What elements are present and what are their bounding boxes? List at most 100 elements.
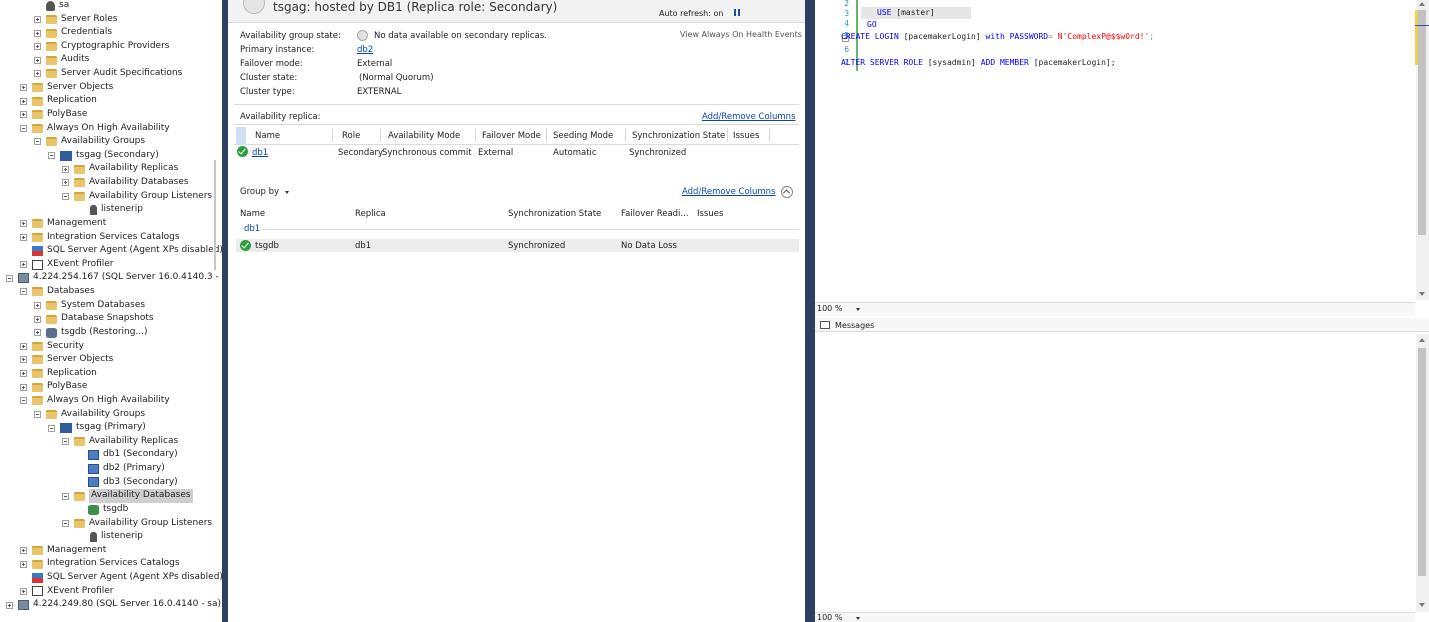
tree-node[interactable]: System Databases [34,299,145,313]
expand-icon[interactable] [20,356,27,364]
replica-col-role[interactable]: Role [342,131,360,141]
scroll-down-icon[interactable] [1419,292,1425,296]
tree-node[interactable]: Replication [20,367,97,381]
messages-zoom-select[interactable]: 100 % [817,613,842,622]
code-area[interactable]: 2 3 4 5 6 7 USE [master] GO CREATE LOGIN… [815,0,1415,300]
db-col-failover-readiness[interactable]: Failover Readi... [621,209,689,219]
tree-node[interactable]: Availability Databases [62,489,193,503]
collapse-icon[interactable] [781,186,793,198]
tree-node[interactable]: db1 (Secondary) [76,448,178,462]
tree-node[interactable]: Availability Groups [34,408,145,422]
expand-icon[interactable] [34,15,41,23]
pause-icon[interactable] [734,9,740,16]
tree-node[interactable]: Cryptographic Providers [34,40,169,54]
messages-scrollbar-thumb[interactable] [1418,348,1426,576]
expand-icon[interactable] [20,233,27,241]
tree-node[interactable]: Integration Services Catalogs [20,231,180,245]
tree-node[interactable]: Credentials [34,26,112,40]
tree-node[interactable]: SQL Server Agent (Agent XPs disabled) [20,244,222,258]
tree-node[interactable]: Availability Databases [62,176,189,190]
collapse-icon[interactable] [62,519,69,527]
tree-node[interactable]: Server Objects [20,81,113,95]
tree-node[interactable]: listenerip [76,530,143,544]
tree-node[interactable]: sa [34,0,69,13]
tree-node[interactable]: Server Objects [20,353,113,367]
tree-node[interactable]: db3 (Secondary) [76,476,178,490]
tree-node[interactable]: Always On High Availability [20,122,170,136]
expand-icon[interactable] [20,587,27,595]
tree-node[interactable]: db2 (Primary) [76,462,165,476]
tree-node[interactable]: Security [20,340,84,354]
expand-icon[interactable] [62,165,69,173]
db-col-issues[interactable]: Issues [697,209,723,219]
chevron-down-icon[interactable] [856,308,860,311]
tree-node[interactable]: PolyBase [20,380,87,394]
collapse-icon[interactable] [48,152,55,160]
tree-node[interactable]: Availability Replicas [62,435,178,449]
tree-node[interactable]: tsgdb [76,503,128,517]
db-col-sync-state[interactable]: Synchronization State [508,209,601,219]
collapse-icon[interactable] [20,124,27,132]
collapse-icon[interactable] [34,138,41,146]
tree-node[interactable]: tsgag (Secondary) [48,149,159,163]
replica-col-seeding-mode[interactable]: Seeding Mode [553,131,613,141]
scroll-up-icon[interactable] [1419,338,1425,342]
editor-scrollbar-thumb[interactable] [1418,10,1426,235]
tree-node[interactable]: tsgag (Primary) [48,421,146,435]
tree-node[interactable]: PolyBase [20,108,87,122]
chevron-down-icon[interactable] [285,191,289,194]
tree-node[interactable]: Integration Services Catalogs [20,557,180,571]
tree-node[interactable]: SQL Server Agent (Agent XPs disabled) [20,571,222,585]
tree-node[interactable]: Availability Group Listeners [62,517,212,531]
collapse-icon[interactable] [62,192,69,200]
scroll-down-icon[interactable] [1419,603,1425,607]
tree-node[interactable]: Audits [34,53,89,67]
db-col-name[interactable]: Name [240,209,265,219]
primary-instance-link[interactable]: db2 [357,45,373,55]
tree-node[interactable]: 4.224.249.80 (SQL Server 16.0.4140 - sa) [6,598,221,612]
tree-node[interactable]: XEvent Profiler [20,585,114,599]
expand-icon[interactable] [34,29,41,37]
collapse-icon[interactable] [20,288,27,296]
chevron-down-icon[interactable] [856,617,860,620]
zoom-level-select[interactable]: 100 % [817,304,842,313]
tree-node[interactable]: Always On High Availability [20,394,170,408]
expand-icon[interactable] [20,261,27,269]
tree-node[interactable]: Management [20,544,106,558]
collapse-icon[interactable] [6,274,13,282]
tree-node[interactable]: Server Audit Specifications [34,67,182,81]
explorer-scrollbar-thumb[interactable] [214,160,216,270]
expand-icon[interactable] [62,179,69,187]
tree-node[interactable]: listenerip [76,203,143,217]
expand-icon[interactable] [20,342,27,350]
tree-node[interactable]: XEvent Profiler [20,258,114,272]
db-col-replica[interactable]: Replica [355,209,386,219]
expand-icon[interactable] [34,56,41,64]
collapse-icon[interactable] [34,410,41,418]
tree-node[interactable]: Databases [20,285,95,299]
replica-col-failover-mode[interactable]: Failover Mode [482,131,541,141]
collapse-icon[interactable] [48,424,55,432]
collapse-icon[interactable] [62,438,69,446]
collapse-icon[interactable] [20,397,27,405]
expand-icon[interactable] [20,370,27,378]
expand-icon[interactable] [20,383,27,391]
group-by-dropdown[interactable]: Group by [240,187,279,197]
expand-icon[interactable] [6,601,13,609]
tree-node[interactable]: Server Roles [34,13,117,27]
expand-icon[interactable] [20,220,27,228]
tree-node[interactable]: Availability Groups [34,135,145,149]
health-events-link[interactable]: View Always On Health Events [680,30,802,39]
expand-icon[interactable] [20,97,27,105]
db-add-remove-columns-link[interactable]: Add/Remove Columns [682,187,776,197]
expand-icon[interactable] [34,329,41,337]
collapse-icon[interactable] [62,492,69,500]
expand-icon[interactable] [20,547,27,555]
replica-add-remove-columns-link[interactable]: Add/Remove Columns [702,112,796,122]
tree-node[interactable]: Database Snapshots [34,312,154,326]
expand-icon[interactable] [20,560,27,568]
tree-node[interactable]: Availability Replicas [62,162,178,176]
tree-node[interactable]: Management [20,217,106,231]
replica-col-issues[interactable]: Issues [733,131,759,141]
expand-icon[interactable] [34,315,41,323]
